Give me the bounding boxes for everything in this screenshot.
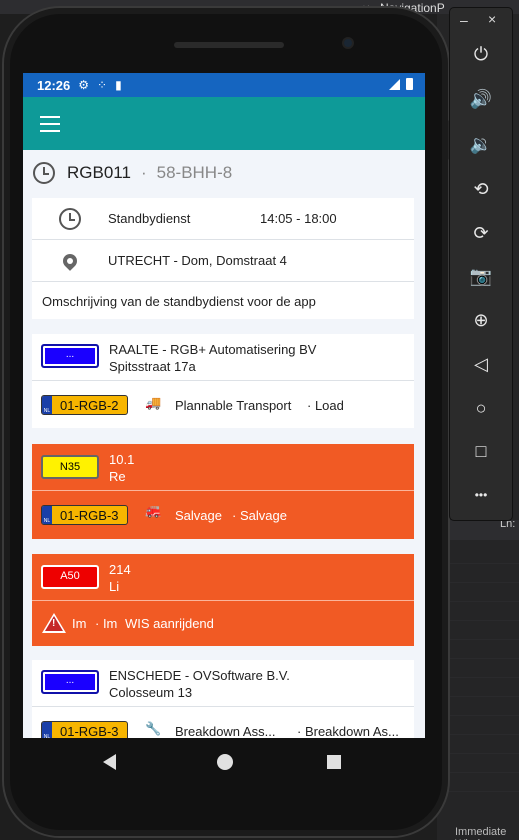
battery-icon — [406, 78, 413, 90]
unit-line2: Re — [109, 469, 126, 484]
incident-status-a: Im — [72, 616, 87, 631]
unit-line1: 10.1 — [109, 452, 135, 467]
overview-icon[interactable]: □ — [469, 439, 493, 463]
nav-back-icon[interactable] — [103, 754, 116, 770]
clock-icon — [33, 162, 55, 184]
phone-speaker — [174, 42, 284, 48]
incident-status-b: · Im — [95, 616, 118, 631]
rotate-right-icon[interactable]: ⟳ — [469, 221, 493, 245]
close-button[interactable]: × — [488, 11, 496, 27]
unit-code-plate: ... — [41, 344, 99, 368]
hamburger-menu-icon[interactable] — [40, 116, 60, 132]
status-bar: 12:26 ⚙ ⁘ ▮ — [23, 73, 425, 97]
registration-number: 01-RGB-3 — [60, 508, 119, 523]
emulator-toolbar: – × ⏻ 🔊 🔉 ⟲ ⟳ 📷 ⊕ ◁ ○ □ ••• — [450, 8, 512, 520]
zoom-icon[interactable]: ⊕ — [469, 308, 493, 332]
nav-home-icon[interactable] — [217, 754, 233, 770]
transport-load: · Salvage — [232, 508, 287, 523]
description-row: Omschrijving van de standbydienst voor d… — [32, 282, 414, 321]
unit-code-plate: ... — [41, 670, 99, 694]
salvage-truck-icon: 🚒 — [145, 503, 162, 518]
incident-status-c: WIS aanrijdend — [125, 616, 214, 631]
unit-line1: 214 — [109, 562, 131, 577]
unit-card[interactable]: ... ENSCHEDE - OVSoftware B.V. Colosseum… — [32, 660, 414, 738]
transport-truck-icon: 🚚 — [145, 395, 162, 410]
clock-icon — [59, 207, 81, 230]
transport-load: · Breakdown As... — [297, 724, 399, 738]
unit-code-plate: A50 — [41, 565, 99, 589]
transport-type: Breakdown Ass... — [175, 724, 276, 738]
location-pin-icon — [60, 250, 80, 271]
registration-plate: NL 01-RGB-2 — [41, 395, 128, 415]
vehicle-plate: 58-BHH-8 — [156, 163, 233, 182]
gear-icon: ⚙ — [78, 78, 90, 92]
minimize-button[interactable]: – — [460, 12, 468, 28]
registration-number: 01-RGB-3 — [60, 724, 119, 738]
service-row: Standbydienst 14:05 - 18:00 — [32, 198, 414, 239]
registration-plate: NL 01-RGB-3 — [41, 721, 128, 738]
service-time-range: 14:05 - 18:00 — [260, 211, 337, 226]
android-nav-bar — [23, 738, 425, 786]
status-time: 12:26 — [37, 77, 71, 93]
device-screen: 12:26 ⚙ ⁘ ▮ RGB011 · 58-BHH-8 Standbydie… — [23, 73, 425, 738]
registration-number: 01-RGB-2 — [60, 398, 119, 413]
unit-line1: RAALTE - RGB+ Automatisering BV — [109, 342, 317, 357]
transport-type: Salvage — [175, 508, 222, 523]
app-bar — [23, 97, 425, 150]
unit-card[interactable]: ... RAALTE - RGB+ Automatisering BV Spit… — [32, 334, 414, 428]
home-icon[interactable]: ○ — [469, 396, 493, 420]
back-icon[interactable]: ◁ — [469, 352, 493, 376]
unit-line2: Li — [109, 579, 120, 594]
warning-icon — [42, 613, 66, 633]
transport-type: Plannable Transport — [175, 398, 292, 413]
power-icon[interactable]: ⏻ — [469, 42, 493, 66]
transport-load: · Load — [307, 398, 344, 413]
unit-line2: Spitsstraat 17a — [109, 359, 196, 374]
unit-card-incident[interactable]: A50 214 Li Im · Im WIS aanrijdend — [32, 554, 414, 646]
breakdown-truck-icon: 🔧 — [145, 721, 162, 736]
unit-line1: ENSCHEDE - OVSoftware B.V. — [109, 668, 290, 683]
main-content: RGB011 · 58-BHH-8 Standbydienst 14:05 - … — [23, 150, 425, 738]
camera-icon[interactable]: 📷 — [469, 264, 493, 288]
nav-recents-icon[interactable] — [327, 755, 341, 769]
ide-immediate-window-tab[interactable]: Immediate Window — [455, 826, 519, 840]
registration-plate: NL 01-RGB-3 — [41, 505, 128, 525]
vehicle-header: RGB011 · 58-BHH-8 — [33, 160, 232, 186]
more-icon[interactable]: ••• — [469, 483, 493, 507]
sd-card-icon: ▮ — [115, 78, 122, 92]
location-row: UTRECHT - Dom, Domstraat 4 — [32, 240, 414, 281]
phone-camera — [342, 37, 354, 49]
rotate-left-icon[interactable]: ⟲ — [469, 177, 493, 201]
unit-code-plate: N35 — [41, 455, 99, 479]
volume-up-icon[interactable]: 🔊 — [469, 87, 493, 111]
service-description: Omschrijving van de standbydienst voor d… — [42, 294, 316, 309]
signal-icon — [389, 78, 400, 90]
unit-line2: Colosseum 13 — [109, 685, 193, 700]
volume-down-icon[interactable]: 🔉 — [469, 132, 493, 156]
service-name: Standbydienst — [108, 211, 191, 226]
vehicle-code: RGB011 — [67, 163, 131, 182]
service-location: UTRECHT - Dom, Domstraat 4 — [108, 253, 287, 268]
network-dots-icon: ⁘ — [97, 78, 108, 92]
header-separator: · — [140, 163, 147, 182]
service-card[interactable]: Standbydienst 14:05 - 18:00 UTRECHT - Do… — [32, 198, 414, 319]
unit-card-highlighted[interactable]: N35 10.1 Re NL 01-RGB-3 🚒 Salvage · Salva… — [32, 444, 414, 539]
